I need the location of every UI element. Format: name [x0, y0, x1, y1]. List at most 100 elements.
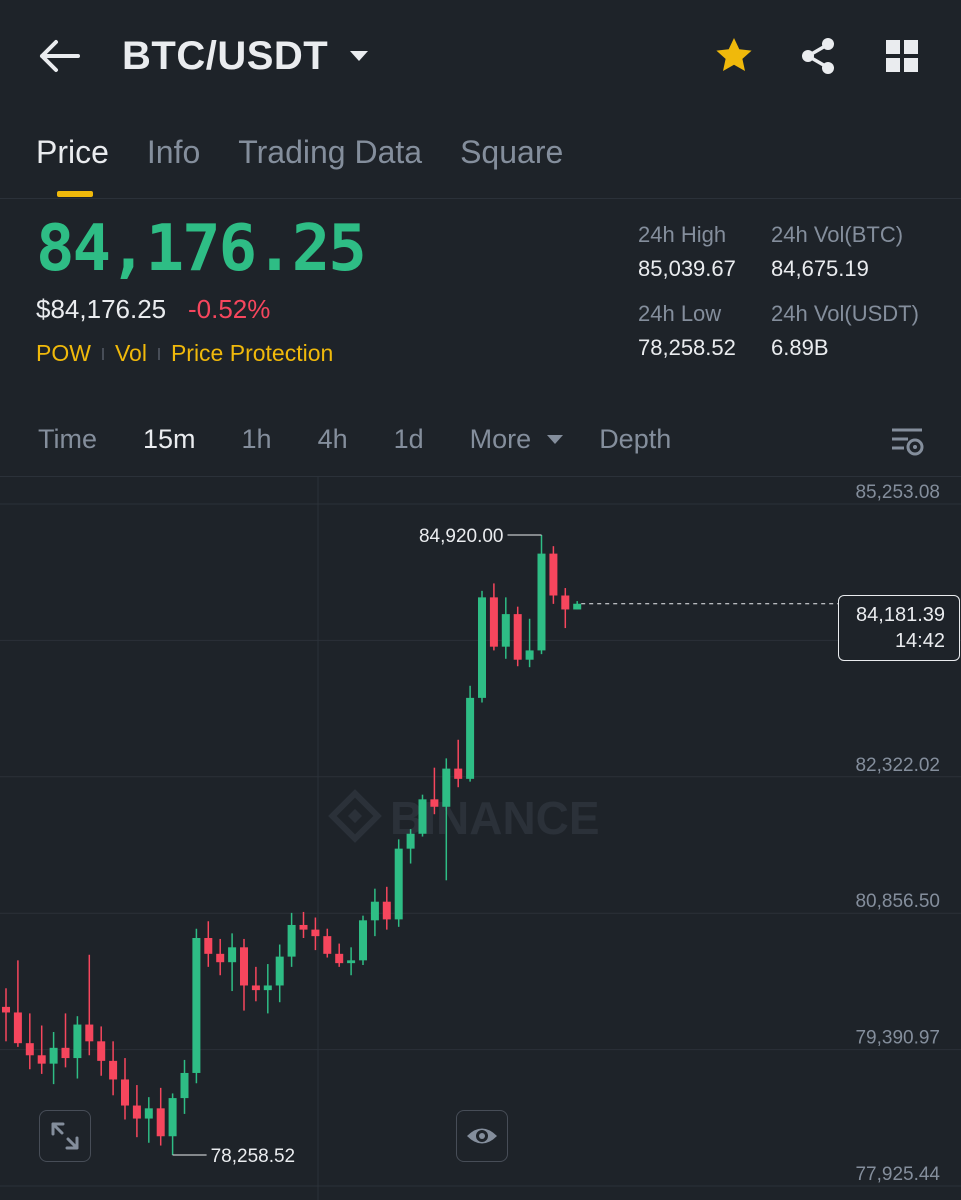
low-value: 78,258.52: [638, 335, 736, 360]
candle-body: [573, 603, 582, 610]
candle-body: [561, 595, 570, 610]
low-marker-label: 78,258.52: [211, 1146, 296, 1167]
tag-separator: [101, 347, 104, 360]
candle-body: [418, 799, 427, 834]
candle-countdown: 14:42: [894, 630, 945, 652]
candle-body: [347, 960, 356, 964]
candle-body: [13, 1012, 22, 1044]
candle-body: [525, 650, 534, 660]
candle-body: [335, 953, 344, 964]
candle-body: [156, 1108, 165, 1137]
candle-body: [501, 614, 510, 647]
y-tick-label: 80,856.50: [855, 891, 940, 912]
star-icon: [716, 38, 752, 71]
candle-body: [287, 924, 296, 957]
interval-depth[interactable]: Depth: [599, 424, 671, 455]
candle-body: [240, 947, 248, 986]
y-tick-label: 77,925.44: [855, 1164, 940, 1185]
tag-vol[interactable]: Vol: [115, 340, 147, 367]
share-icon: [802, 38, 834, 74]
fullscreen-button[interactable]: [39, 1110, 91, 1162]
candle-body: [204, 938, 213, 954]
vol-btc-label: 24h Vol(BTC): [771, 222, 904, 247]
candle-body: [144, 1108, 153, 1119]
candle-body: [466, 697, 475, 779]
candle-body: [394, 848, 403, 920]
vol-btc-value: 84,675.19: [771, 256, 869, 281]
pair-selector[interactable]: BTC/USDT: [122, 30, 369, 82]
candle-body: [37, 1055, 46, 1064]
share-button[interactable]: [798, 36, 838, 76]
candle-body: [489, 597, 498, 647]
candle-body: [359, 920, 367, 961]
candle-body: [478, 597, 486, 698]
active-tab-indicator: [57, 191, 93, 197]
tab-square[interactable]: Square: [460, 134, 563, 178]
binance-logo-icon: [328, 789, 382, 843]
candle-body: [121, 1079, 129, 1106]
section-tabs: Price Info Trading Data Square: [36, 134, 563, 178]
candle-body: [513, 614, 522, 660]
interval-15m[interactable]: 15m: [143, 424, 196, 455]
interval-4h[interactable]: 4h: [318, 424, 348, 455]
watermark: BINANCE: [328, 789, 600, 844]
visibility-toggle-button[interactable]: [456, 1110, 508, 1162]
pair-title: BTC/USDT: [122, 33, 329, 78]
candle-body: [228, 947, 237, 963]
tag-separator: [157, 347, 160, 360]
tab-price[interactable]: Price: [36, 134, 109, 178]
grid-menu-button[interactable]: [882, 36, 922, 76]
candle-body: [192, 938, 201, 1073]
usd-price: $84,176.25: [36, 294, 167, 324]
interval-time[interactable]: Time: [38, 424, 97, 455]
interval-1h[interactable]: 1h: [242, 424, 272, 455]
price-change-percent: -0.52%: [188, 294, 271, 324]
candle-body: [251, 985, 260, 991]
candle-body: [168, 1098, 177, 1137]
y-tick-label: 79,390.97: [855, 1028, 940, 1049]
candle-body: [85, 1024, 94, 1042]
candle-body: [382, 901, 391, 920]
caret-down-icon: [547, 435, 564, 444]
candle-body: [430, 799, 439, 807]
candle-body: [216, 953, 225, 963]
interval-1d[interactable]: 1d: [394, 424, 424, 455]
tab-info[interactable]: Info: [147, 134, 200, 178]
candlestick-chart[interactable]: BINANCE 85,253.0883,787.5582,322.0280,85…: [0, 476, 961, 1200]
favorite-button[interactable]: [714, 36, 754, 76]
caret-down-icon: [350, 51, 369, 61]
candle-body: [180, 1072, 189, 1099]
candle-body: [49, 1047, 58, 1064]
interval-more[interactable]: More: [470, 424, 532, 455]
tab-trading-data[interactable]: Trading Data: [238, 134, 422, 178]
tag-pow[interactable]: POW: [36, 340, 91, 367]
candle-body: [454, 768, 463, 779]
y-tick-label: 85,253.08: [855, 482, 940, 503]
chart-settings-button[interactable]: [890, 426, 924, 458]
tag-price-protection[interactable]: Price Protection: [171, 340, 333, 367]
candles: [2, 535, 582, 1155]
current-price-label: 84,181.39 14:42: [838, 595, 960, 661]
expand-icon: [51, 1122, 79, 1150]
eye-icon: [467, 1128, 497, 1144]
candle-body: [132, 1105, 141, 1119]
high-marker-label: 84,920.00: [419, 526, 504, 547]
back-button[interactable]: [36, 34, 84, 78]
divider: [0, 198, 961, 199]
candle-body: [275, 956, 284, 986]
grid-icon: [886, 40, 918, 72]
high-value: 85,039.67: [638, 256, 736, 281]
current-price-value: 84,181.39: [856, 604, 945, 626]
candle-body: [2, 1006, 10, 1013]
candle-body: [537, 553, 546, 651]
candle-body: [73, 1024, 82, 1059]
chart-settings-icon: [892, 428, 924, 456]
candle-body: [61, 1047, 70, 1059]
candle-body: [323, 936, 332, 954]
candle-body: [549, 553, 558, 596]
vol-usdt-value: 6.89B: [771, 335, 829, 360]
y-axis: 85,253.0883,787.5582,322.0280,856.5079,3…: [855, 482, 940, 1185]
candle-body: [25, 1043, 34, 1056]
last-price: 84,176.25: [36, 212, 367, 286]
vol-usdt-label: 24h Vol(USDT): [771, 301, 919, 326]
